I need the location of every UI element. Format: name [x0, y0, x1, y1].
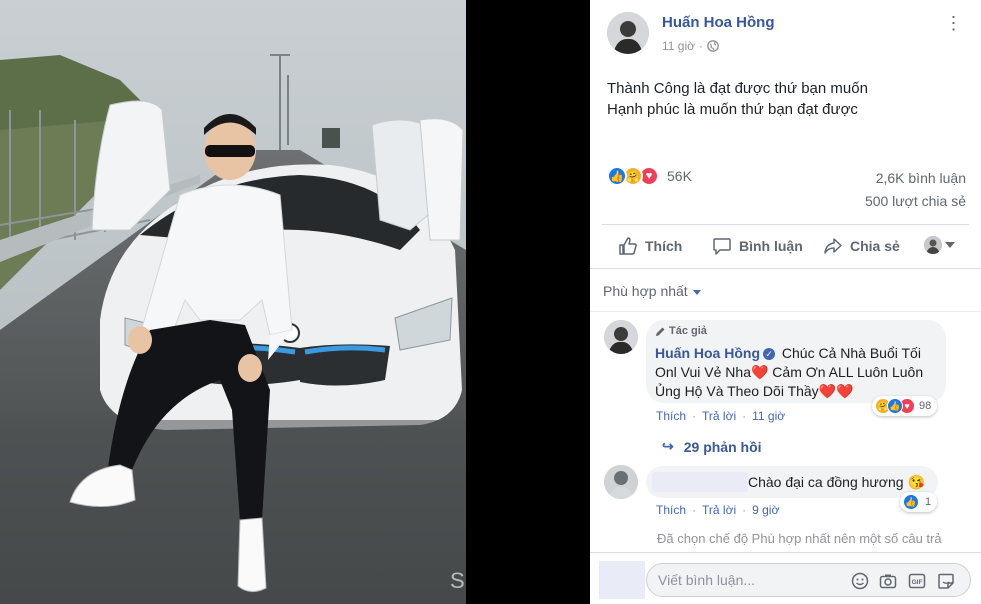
comment-icon — [713, 238, 731, 255]
like-reaction-icon: 👍 — [903, 494, 919, 510]
separator: · — [692, 409, 697, 423]
like-label: Thích — [645, 238, 683, 254]
like-button[interactable]: Thích — [618, 236, 682, 256]
comment-button[interactable]: Bình luận — [712, 236, 803, 256]
comment-text: Huấn Hoa Hồng ✓ Chúc Cả Nhà Buổi Tối Onl … — [655, 344, 941, 401]
comment-actions: Thích · Trả lời · 9 giờ — [656, 503, 779, 517]
photo-illustration — [0, 0, 466, 604]
post-actions: Thích Bình luận Chia sẻ — [590, 230, 981, 262]
comment-input-box[interactable]: GIF — [646, 563, 971, 597]
post-photo[interactable]: S — [0, 0, 466, 604]
share-label: Chia sẻ — [850, 238, 900, 254]
heart-emoji-icon: ❤️❤️ — [818, 383, 854, 399]
svg-text:GIF: GIF — [912, 579, 923, 586]
post-text-line: Thành Công là đạt được thứ bạn muốn — [607, 80, 868, 97]
comment-label: Bình luận — [739, 238, 803, 254]
comment-reply-link[interactable]: Trả lời — [702, 503, 736, 517]
comment-reaction-count: 98 — [919, 400, 932, 412]
comment-time[interactable]: 9 giờ — [752, 503, 779, 517]
post-side-panel: Huấn Hoa Hồng 11 giờ · ⋮ Thành Công là đ… — [590, 0, 981, 604]
replies-label: 29 phản hồi — [683, 438, 762, 455]
photo-stage-background — [466, 0, 590, 604]
sort-dropdown[interactable]: Phù hợp nhất — [603, 283, 701, 299]
sticker-icon[interactable] — [937, 572, 955, 590]
author-badge-label: Tác giả — [669, 325, 707, 337]
comment-author-name[interactable]: Huấn Hoa Hồng — [655, 345, 760, 361]
reaction-count: 56K — [667, 168, 692, 184]
sort-label: Phù hợp nhất — [603, 283, 688, 299]
more-options-icon[interactable]: ⋮ — [943, 14, 963, 32]
comment-bubble: Tác giả Huấn Hoa Hồng ✓ Chúc Cả Nhà Buổi … — [646, 320, 946, 403]
share-icon — [824, 238, 842, 254]
chevron-down-icon — [945, 242, 955, 248]
share-button[interactable]: Chia sẻ — [823, 236, 900, 256]
divider — [602, 224, 969, 225]
comment-actions: Thích · Trả lời · 11 giờ — [656, 409, 785, 423]
comment-reactions[interactable]: 🤗 👍 ♥ 98 — [872, 396, 938, 416]
share-count[interactable]: 500 lượt chia sẻ — [865, 193, 966, 209]
like-reaction-icon: 👍 — [887, 398, 903, 414]
separator: · — [692, 503, 697, 517]
separator: · — [742, 409, 747, 423]
comment-input[interactable] — [658, 571, 838, 589]
thumbs-up-icon — [619, 237, 637, 255]
comment-sort-bar: Phù hợp nhất — [590, 268, 981, 312]
post-text-line: Hạnh phúc là muốn thứ bạn đạt được — [607, 101, 858, 118]
audience-selector[interactable] — [924, 236, 955, 254]
emoji-icon[interactable] — [851, 572, 869, 590]
author-avatar[interactable] — [607, 12, 649, 54]
comment-bubble: Chào đại ca đồng hương 😘 — [646, 466, 938, 498]
separator: · — [742, 503, 747, 517]
heart-emoji-icon: ❤️ — [750, 364, 769, 380]
comment-reactions[interactable]: 👍 1 — [900, 492, 938, 512]
viewer-avatar-icon — [924, 236, 942, 254]
sort-notice: Đã chọn chế độ Phù hợp nhất nên một số c… — [657, 531, 942, 546]
verified-badge-icon: ✓ — [763, 348, 775, 360]
commenter-avatar[interactable] — [604, 465, 638, 499]
view-replies-link[interactable]: ↪ 29 phản hồi — [662, 438, 762, 455]
comment-reply-link[interactable]: Trả lời — [702, 409, 736, 423]
globe-icon[interactable] — [707, 40, 719, 52]
comment-author-name-redacted[interactable] — [652, 472, 748, 492]
author-name[interactable]: Huấn Hoa Hồng — [662, 14, 775, 31]
comment-like-link[interactable]: Thích — [656, 409, 686, 423]
comment-count[interactable]: 2,6K bình luận — [876, 170, 966, 186]
comment-composer: GIF — [590, 552, 981, 604]
photo-watermark: S — [450, 568, 465, 593]
author-badge: Tác giả — [655, 325, 707, 337]
pencil-icon — [656, 327, 665, 336]
caret-down-icon — [692, 289, 701, 295]
camera-icon[interactable] — [879, 572, 897, 590]
post-text: Thành Công là đạt được thứ bạn muốn Hạnh… — [607, 78, 868, 120]
post-meta: 11 giờ · — [662, 39, 719, 53]
gif-icon[interactable]: GIF — [908, 572, 926, 590]
comment-time[interactable]: 11 giờ — [752, 409, 785, 423]
post-reactions[interactable]: 👍 🤗 ♥ 56K — [607, 166, 692, 186]
commenter-avatar[interactable] — [604, 320, 638, 354]
meta-separator: · — [699, 39, 703, 53]
reply-arrow-icon: ↪ — [662, 438, 674, 454]
post-time[interactable]: 11 giờ — [662, 39, 695, 53]
comment-like-link[interactable]: Thích — [656, 503, 686, 517]
viewer-avatar — [599, 561, 645, 599]
like-reaction-icon: 👍 — [607, 166, 627, 186]
comment-reaction-count: 1 — [925, 496, 932, 508]
comment-body: Chào đại ca đồng hương 😘 — [748, 474, 925, 490]
